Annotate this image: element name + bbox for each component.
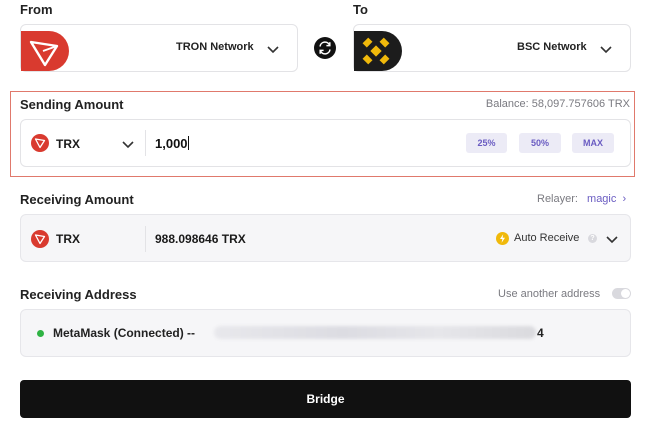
chevron-right-icon: › (622, 193, 627, 205)
swap-icon (319, 41, 331, 55)
receiving-address-label: Receiving Address (20, 287, 137, 302)
receiving-amount-box: TRX 988.098646 TRX Auto Receive ? (20, 214, 631, 262)
max-button[interactable]: MAX (572, 133, 614, 153)
chevron-down-icon (267, 46, 279, 54)
percent-25-button[interactable]: 25% (466, 133, 507, 153)
trx-icon (31, 134, 49, 152)
use-another-address-label: Use another address (498, 288, 601, 300)
trx-icon (31, 230, 49, 248)
bridge-button[interactable]: Bridge (20, 380, 631, 418)
chevron-down-icon (600, 46, 612, 54)
receiving-divider (145, 226, 146, 252)
bnb-logo-icon (354, 31, 402, 71)
from-label: From (20, 2, 53, 17)
wallet-status-text: MetaMask (Connected) -- (53, 326, 196, 340)
relayer-label: Relayer: (537, 193, 578, 205)
to-network-name: BSC Network (517, 41, 587, 53)
address-suffix: 4 (537, 326, 544, 340)
auto-receive-label: Auto Receive (514, 232, 580, 244)
redacted-address (214, 326, 536, 339)
lightning-icon (496, 232, 509, 245)
from-network-select[interactable]: TRON Network (20, 24, 298, 72)
receiving-amount-label: Receiving Amount (20, 192, 134, 207)
to-network-select[interactable]: BSC Network (353, 24, 631, 72)
tron-logo-icon (21, 31, 69, 71)
relayer-info[interactable]: Relayer: magic › (537, 193, 626, 205)
from-network-name: TRON Network (176, 41, 254, 53)
balance-text: Balance: 58,097.757606 TRX (485, 98, 630, 110)
chevron-down-icon (122, 141, 134, 149)
help-icon[interactable]: ? (588, 234, 597, 243)
receiving-amount-value: 988.098646 TRX (155, 232, 246, 246)
to-label: To (353, 2, 368, 17)
receiving-token-name: TRX (56, 232, 80, 246)
sending-token-name: TRX (56, 137, 80, 151)
connected-status-icon (37, 330, 44, 337)
percent-50-button[interactable]: 50% (519, 133, 561, 153)
use-another-address-toggle[interactable] (612, 288, 631, 299)
sending-amount-label: Sending Amount (20, 97, 124, 112)
sending-divider (145, 130, 146, 156)
amount-input[interactable]: 1,000 (155, 136, 189, 151)
amount-input-value: 1,000 (155, 136, 188, 151)
chevron-down-icon (606, 236, 618, 244)
relayer-name: magic (587, 193, 617, 205)
swap-networks-button[interactable] (314, 37, 336, 59)
sending-token-select[interactable]: TRX (21, 120, 145, 166)
